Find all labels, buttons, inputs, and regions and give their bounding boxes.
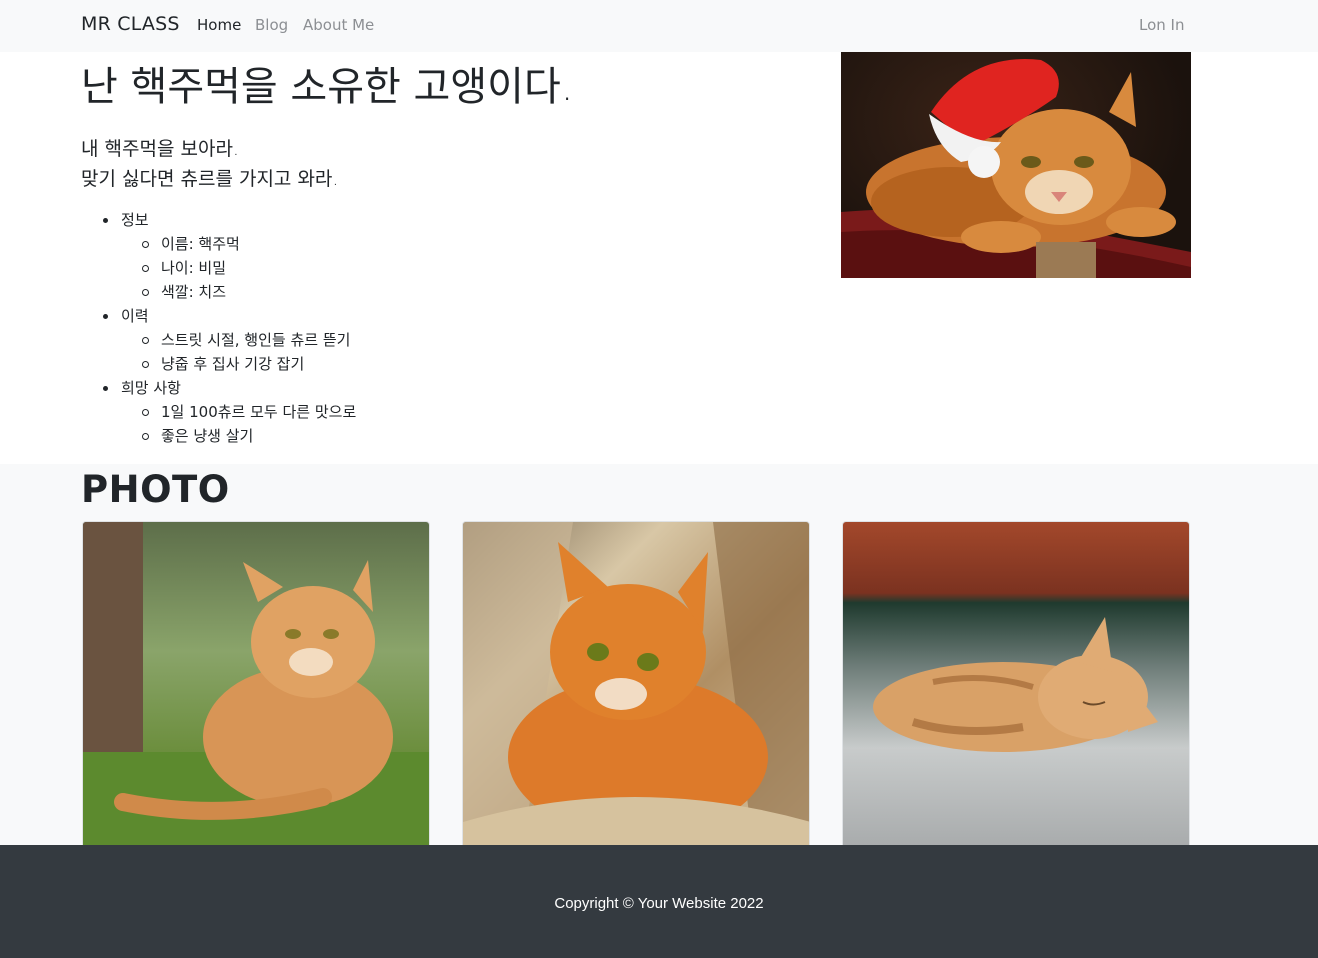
list-item-text: 냥줍 후 집사 기강 잡기 bbox=[161, 355, 305, 373]
profile-section-info: 정보 bbox=[81, 208, 356, 232]
photo-card-sleeping-kitten[interactable] bbox=[842, 521, 1190, 845]
section-heading: 희망 사항 bbox=[121, 379, 181, 397]
list-item-text: 좋은 냥생 살기 bbox=[161, 427, 254, 445]
cat-in-santa-hat-photo bbox=[841, 52, 1191, 278]
list-item-text: 색깔: 치즈 bbox=[161, 283, 227, 301]
section-heading: 이력 bbox=[121, 307, 149, 325]
section-heading: 정보 bbox=[121, 211, 149, 229]
list-item-text: 나이: 비밀 bbox=[161, 259, 227, 277]
photo-section-title: PHOTO bbox=[81, 468, 230, 511]
nav-link-home[interactable]: Home bbox=[197, 16, 241, 34]
list-item: 이름: 핵주먹 bbox=[81, 232, 356, 256]
list-item: 냥줍 후 집사 기강 잡기 bbox=[81, 352, 356, 376]
nav-link-about-me[interactable]: About Me bbox=[303, 16, 374, 34]
hero-section: 난 핵주먹을 소유한 고앵이다. 내 핵주먹을 보아라. 맞기 싫다면 츄르를 … bbox=[0, 52, 1318, 464]
list-item-text: 1일 100츄르 모두 다른 맛으로 bbox=[161, 403, 357, 421]
footer: Copyright © Your Website 2022 bbox=[0, 845, 1318, 958]
list-item: 색깔: 치즈 bbox=[81, 280, 356, 304]
profile-list: 정보 이름: 핵주먹 나이: 비밀 색깔: 치즈 이력 스트릿 시절, 행인들 … bbox=[81, 208, 356, 448]
list-item-text: 스트릿 시절, 행인들 츄르 뜯기 bbox=[161, 331, 351, 349]
photo-section: PHOTO bbox=[0, 464, 1318, 845]
navbar: MR CLASS Home Blog About Me Lon In bbox=[0, 0, 1318, 52]
hero-title: 난 핵주먹을 소유한 고앵이다. bbox=[81, 64, 574, 110]
list-item-text: 이름: 핵주먹 bbox=[161, 235, 240, 253]
nav-link-blog[interactable]: Blog bbox=[255, 16, 288, 34]
photo-card-sitting-cat[interactable] bbox=[82, 521, 430, 845]
hero-lead-line: 맞기 싫다면 츄르를 가지고 와라. bbox=[81, 168, 339, 190]
list-item: 스트릿 시절, 행인들 츄르 뜯기 bbox=[81, 328, 356, 352]
list-item: 좋은 냥생 살기 bbox=[81, 424, 356, 448]
profile-section-wishes: 희망 사항 bbox=[81, 376, 356, 400]
profile-section-history: 이력 bbox=[81, 304, 356, 328]
login-link[interactable]: Lon In bbox=[1139, 16, 1184, 34]
photo-card-blanket-cat[interactable] bbox=[462, 521, 810, 845]
list-item: 1일 100츄르 모두 다른 맛으로 bbox=[81, 400, 356, 424]
list-item: 나이: 비밀 bbox=[81, 256, 356, 280]
brand-logo-link[interactable]: MR CLASS bbox=[81, 13, 180, 35]
hero-lead-line: 내 핵주먹을 보아라. bbox=[81, 138, 239, 160]
copyright-text: Copyright © Your Website 2022 bbox=[554, 895, 764, 912]
